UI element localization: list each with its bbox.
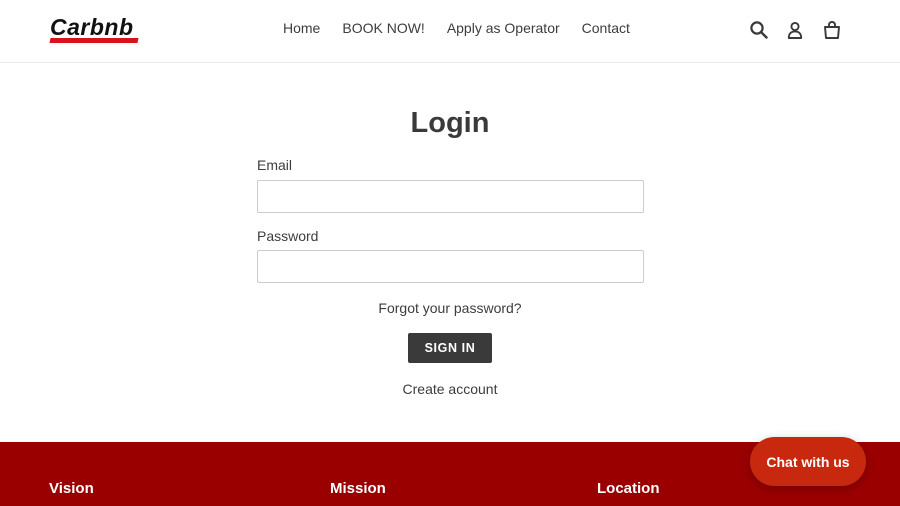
create-account-link[interactable]: Create account [0, 381, 900, 397]
main-nav: Home BOOK NOW! Apply as Operator Contact [283, 20, 630, 36]
login-page: Carbnb Home BOOK NOW! Apply as Operator … [0, 0, 900, 506]
logo-underline [49, 38, 139, 43]
email-label: Email [257, 157, 293, 173]
search-icon[interactable] [749, 20, 769, 40]
password-field[interactable] [257, 250, 644, 283]
logo-text: Carbnb [50, 14, 134, 40]
footer-heading-vision: Vision [49, 480, 94, 497]
chat-with-us-button[interactable]: Chat with us [750, 437, 866, 486]
footer-heading-mission: Mission [330, 480, 386, 497]
email-field[interactable] [257, 180, 644, 213]
nav-apply-operator-link[interactable]: Apply as Operator [447, 20, 560, 36]
site-logo[interactable]: Carbnb [49, 14, 140, 44]
cart-icon[interactable] [822, 20, 842, 40]
nav-book-now-link[interactable]: BOOK NOW! [342, 20, 424, 36]
account-icon[interactable] [785, 20, 805, 40]
forgot-password-link[interactable]: Forgot your password? [0, 300, 900, 316]
nav-contact-link[interactable]: Contact [582, 20, 630, 36]
footer-heading-location: Location [597, 480, 660, 497]
page-title: Login [410, 107, 490, 139]
sign-in-button[interactable]: SIGN IN [408, 333, 492, 363]
nav-home-link[interactable]: Home [283, 20, 320, 36]
site-header: Carbnb Home BOOK NOW! Apply as Operator … [0, 0, 900, 63]
password-label: Password [257, 228, 319, 244]
